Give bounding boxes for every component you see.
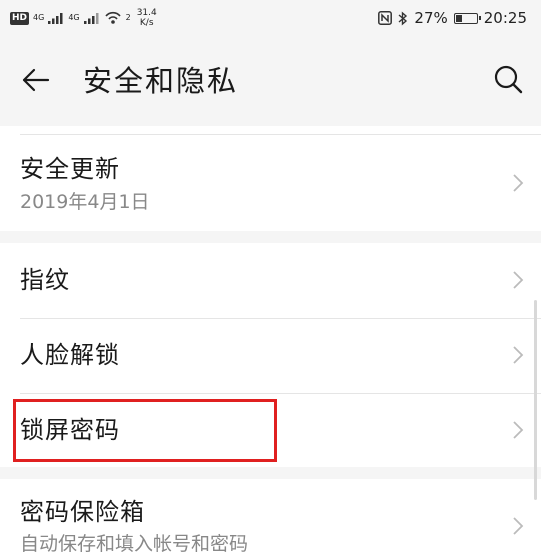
clock: 20:25 <box>483 9 527 27</box>
speed-value: 31.4 <box>136 8 157 18</box>
hotspot-icon <box>104 11 121 24</box>
setting-fingerprint[interactable]: 指纹 <box>0 243 541 318</box>
setting-title: 指纹 <box>20 266 70 294</box>
chevron-right-icon <box>513 174 524 192</box>
setting-password-vault[interactable]: 密码保险箱 自动保存和填入帐号和密码 <box>0 479 541 559</box>
page-title: 安全和隐私 <box>83 64 239 98</box>
status-left: HD 4G 4G 2 31.4 K/s <box>10 8 157 28</box>
nfc-icon <box>378 11 393 25</box>
status-right: 27% 20:25 <box>378 9 527 27</box>
chevron-right-icon <box>513 346 524 364</box>
setting-title: 人脸解锁 <box>20 341 120 369</box>
scrollbar[interactable] <box>534 300 537 500</box>
hd-badge: HD <box>10 11 30 25</box>
network-type-1: 4G <box>33 13 45 22</box>
setting-subtitle: 2019年4月1日 <box>20 191 150 213</box>
network-type-2: 4G <box>68 13 80 22</box>
setting-face-unlock[interactable]: 人脸解锁 <box>0 318 541 393</box>
search-icon <box>494 65 523 94</box>
bluetooth-icon <box>398 10 408 26</box>
back-arrow-icon <box>22 68 50 92</box>
chevron-right-icon <box>513 517 524 535</box>
card-security-update: 安全更新 2019年4月1日 <box>0 126 541 231</box>
hotspot-count: 2 <box>125 13 131 22</box>
setting-security-update[interactable]: 安全更新 2019年4月1日 <box>0 135 541 231</box>
setting-title: 安全更新 <box>20 155 120 183</box>
chevron-right-icon <box>513 271 524 289</box>
network-speed: 31.4 K/s <box>137 8 157 28</box>
status-bar: HD 4G 4G 2 31.4 K/s 27% 20:25 <box>0 0 541 38</box>
battery-percent: 27% <box>414 9 448 27</box>
card-password-vault: 密码保险箱 自动保存和填入帐号和密码 <box>0 479 541 559</box>
app-bar: 安全和隐私 <box>0 38 541 126</box>
setting-subtitle: 自动保存和填入帐号和密码 <box>20 533 249 555</box>
setting-title: 密码保险箱 <box>20 498 145 526</box>
signal-icon-2 <box>83 13 99 24</box>
highlight-box <box>13 399 277 462</box>
signal-icon <box>48 13 63 24</box>
speed-unit: K/s <box>139 18 154 28</box>
battery-fill <box>455 14 462 22</box>
battery-icon <box>453 12 481 24</box>
back-button[interactable] <box>16 60 56 100</box>
chevron-right-icon <box>513 421 524 439</box>
search-button[interactable] <box>489 60 529 100</box>
